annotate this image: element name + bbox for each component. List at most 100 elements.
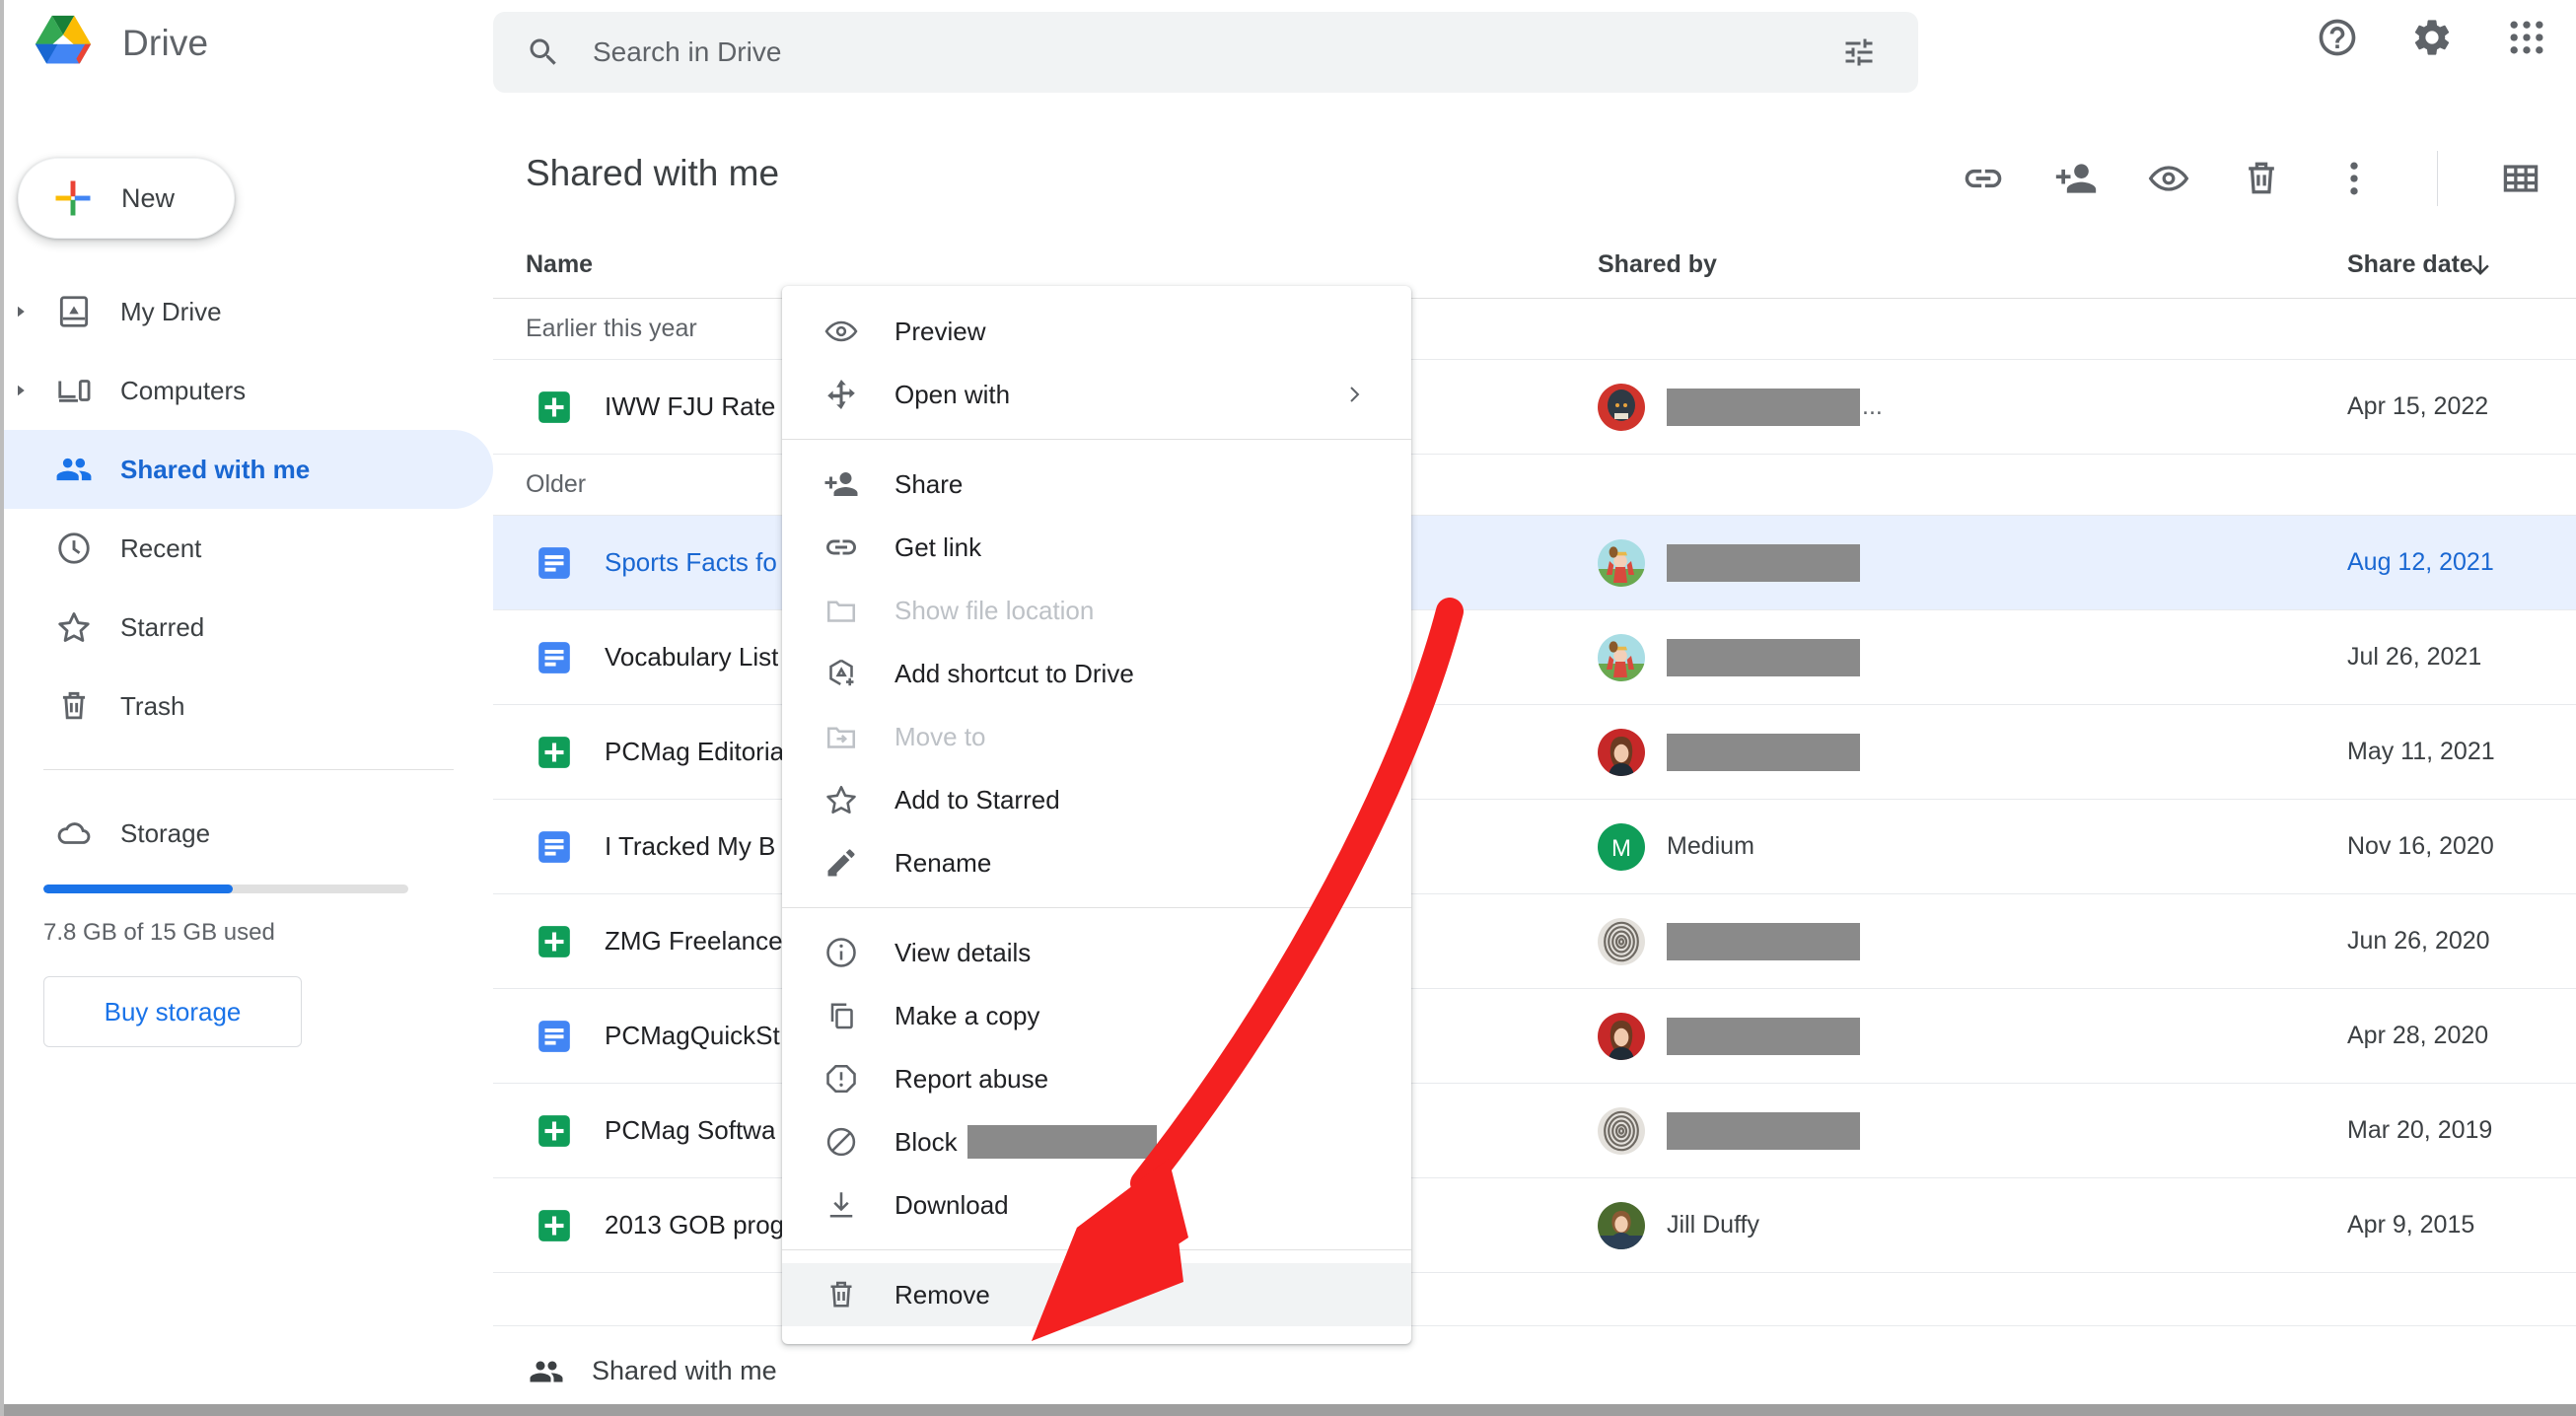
svg-text:M: M [1611, 835, 1631, 862]
avatar: M [1598, 822, 1645, 871]
eye-icon [824, 320, 858, 342]
link-icon[interactable] [1962, 157, 2005, 200]
menu-item-share[interactable]: Share [782, 453, 1411, 516]
column-header-shared-by[interactable]: Shared by [1598, 250, 1717, 279]
trash-icon[interactable] [2240, 157, 2283, 200]
header-actions [2316, 16, 2548, 59]
person-add-icon[interactable] [2054, 157, 2098, 200]
truncation-ellipsis: ... [1862, 392, 1883, 420]
menu-item-label: Make a copy [894, 1000, 1040, 1030]
google-sheets-icon [538, 925, 570, 957]
menu-item-add-shortcut-to-drive[interactable]: Add shortcut to Drive [782, 642, 1411, 705]
file-name[interactable]: ZMG Freelance [605, 926, 783, 956]
google-sheets-icon [538, 1114, 570, 1147]
new-button[interactable]: New [18, 158, 235, 239]
file-name[interactable]: PCMag Editoria [605, 737, 784, 767]
avatar [1598, 633, 1645, 681]
menu-item-block[interactable]: Block [782, 1110, 1411, 1173]
menu-item-add-to-starred[interactable]: Add to Starred [782, 768, 1411, 831]
apps-grid-icon[interactable] [2505, 16, 2548, 59]
content-header: Shared with me [493, 123, 2576, 232]
sidebar-item-label: My Drive [120, 296, 222, 326]
sidebar-item-label: Shared with me [120, 454, 311, 484]
report-icon [826, 1064, 856, 1094]
share-date: Apr 28, 2020 [2347, 1022, 2489, 1049]
menu-item-get-link[interactable]: Get link [782, 516, 1411, 579]
sidebar-nav: My Drive Computers Shared with me Recent… [0, 272, 493, 1047]
chevron-right-icon [1350, 387, 1360, 402]
shared-by-cell [1598, 633, 1860, 681]
sidebar-item-starred[interactable]: Starred [0, 588, 493, 667]
search-icon [530, 38, 556, 65]
tune-filter-icon[interactable] [1841, 35, 1877, 70]
toolbar-divider [2437, 151, 2438, 206]
avatar [1598, 1201, 1645, 1249]
avatar [1598, 1012, 1645, 1060]
file-name[interactable]: I Tracked My B [605, 831, 775, 862]
shared-by-cell [1598, 1106, 1860, 1155]
menu-item-move-to: Move to [782, 705, 1411, 768]
sidebar-item-trash[interactable]: Trash [0, 667, 493, 745]
menu-item-label: Add shortcut to Drive [894, 658, 1134, 688]
star-icon [58, 612, 90, 642]
expand-caret-icon[interactable] [4, 272, 37, 351]
sidebar-item-label: Trash [120, 690, 185, 721]
storage-section: Storage 7.8 GB of 15 GB used Buy storage [0, 794, 493, 1047]
menu-item-preview[interactable]: Preview [782, 300, 1411, 363]
column-header-share-date[interactable]: Share date [2347, 250, 2473, 279]
menu-item-view-details[interactable]: View details [782, 921, 1411, 984]
plus-icon [55, 180, 91, 216]
more-vert-icon[interactable] [2332, 157, 2376, 200]
share-date: Nov 16, 2020 [2347, 832, 2494, 860]
file-name[interactable]: Sports Facts fo [605, 547, 777, 578]
menu-item-report-abuse[interactable]: Report abuse [782, 1047, 1411, 1110]
sidebar-item-recent[interactable]: Recent [0, 509, 493, 588]
window-left-edge [0, 0, 4, 1416]
menu-item-rename[interactable]: Rename [782, 831, 1411, 894]
gear-icon[interactable] [2410, 16, 2454, 59]
column-header-name[interactable]: Name [526, 250, 593, 279]
help-circle-icon[interactable] [2316, 16, 2359, 59]
eye-icon[interactable] [2147, 157, 2190, 200]
add-shortcut-icon [829, 659, 854, 686]
search-bar[interactable] [493, 12, 1918, 93]
menu-item-make-a-copy[interactable]: Make a copy [782, 984, 1411, 1047]
shared-by-cell [1598, 728, 1860, 776]
menu-item-label: Get link [894, 531, 982, 562]
expand-caret-icon[interactable] [4, 351, 37, 430]
buy-storage-button[interactable]: Buy storage [43, 976, 302, 1047]
file-name[interactable]: Vocabulary List [605, 642, 778, 673]
shared-by-cell [1598, 1012, 1860, 1060]
avatar [1598, 538, 1645, 587]
page-title: Shared with me [526, 153, 780, 193]
share-date: Aug 12, 2021 [2347, 548, 2494, 576]
grid-view-icon[interactable] [2499, 157, 2542, 200]
menu-separator [782, 439, 1411, 440]
sidebar-item-my-drive[interactable]: My Drive [0, 272, 493, 351]
redacted-sharer-name [1667, 388, 1860, 426]
file-name[interactable]: PCMagQuickSt [605, 1021, 780, 1051]
menu-item-open-with[interactable]: Open with [782, 363, 1411, 426]
share-date: Mar 20, 2019 [2347, 1116, 2493, 1144]
storage-link[interactable]: Storage [0, 794, 493, 873]
shared-by-cell: ... [1598, 383, 1883, 431]
redacted-sharer-name [1667, 922, 1860, 960]
menu-item-label: Move to [894, 721, 986, 751]
brand[interactable]: Drive [30, 14, 208, 73]
download-icon [829, 1192, 853, 1218]
sidebar-item-shared-with-me[interactable]: Shared with me [0, 430, 493, 509]
menu-item-download[interactable]: Download [782, 1173, 1411, 1237]
sidebar-item-computers[interactable]: Computers [0, 351, 493, 430]
folder-icon [826, 601, 856, 622]
file-name[interactable]: PCMag Softwa [605, 1115, 775, 1146]
file-name[interactable]: 2013 GOB prog [605, 1210, 784, 1240]
google-sheets-icon [538, 736, 570, 768]
search-input[interactable] [593, 36, 1841, 68]
menu-item-remove[interactable]: Remove [782, 1263, 1411, 1326]
google-docs-icon [538, 546, 570, 579]
drive-triangle-logo-icon [35, 15, 92, 64]
share-date: May 11, 2021 [2347, 738, 2495, 765]
sidebar: New My Drive Computers Shared with me Re… [0, 123, 493, 1416]
file-name[interactable]: IWW FJU Rate S [605, 391, 800, 422]
arrow-down-icon[interactable] [2466, 250, 2495, 280]
